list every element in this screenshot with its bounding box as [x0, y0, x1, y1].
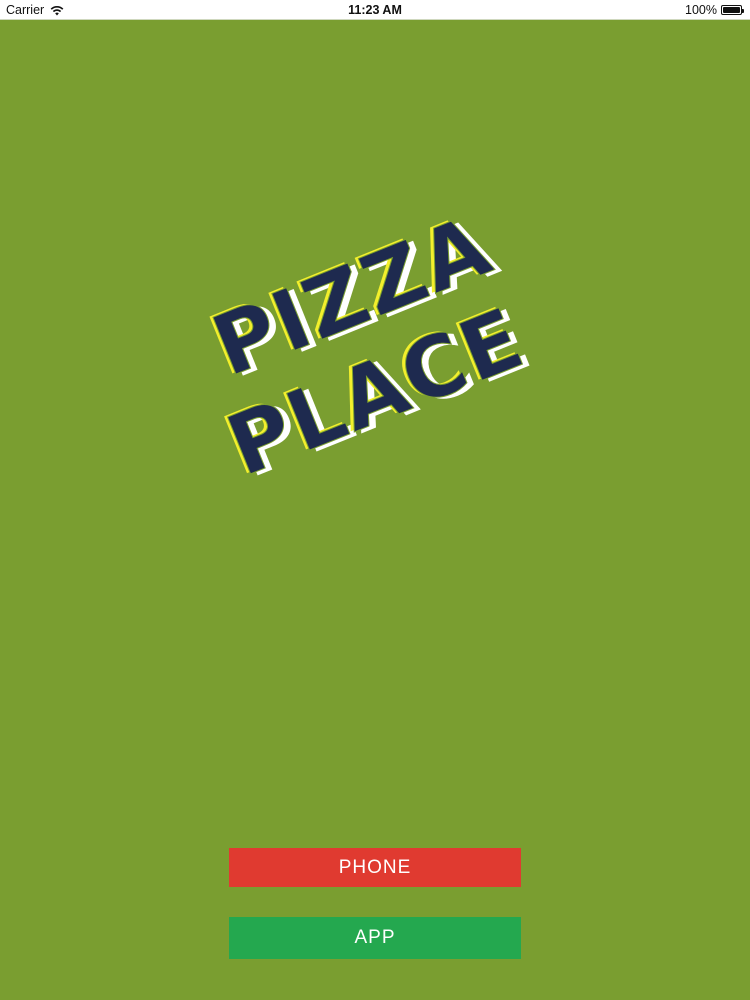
- phone-button-label: PHONE: [338, 856, 412, 878]
- phone-button[interactable]: PHONE: [229, 848, 521, 887]
- app-button[interactable]: APP: [229, 917, 521, 959]
- app-button-label: APP: [354, 927, 396, 948]
